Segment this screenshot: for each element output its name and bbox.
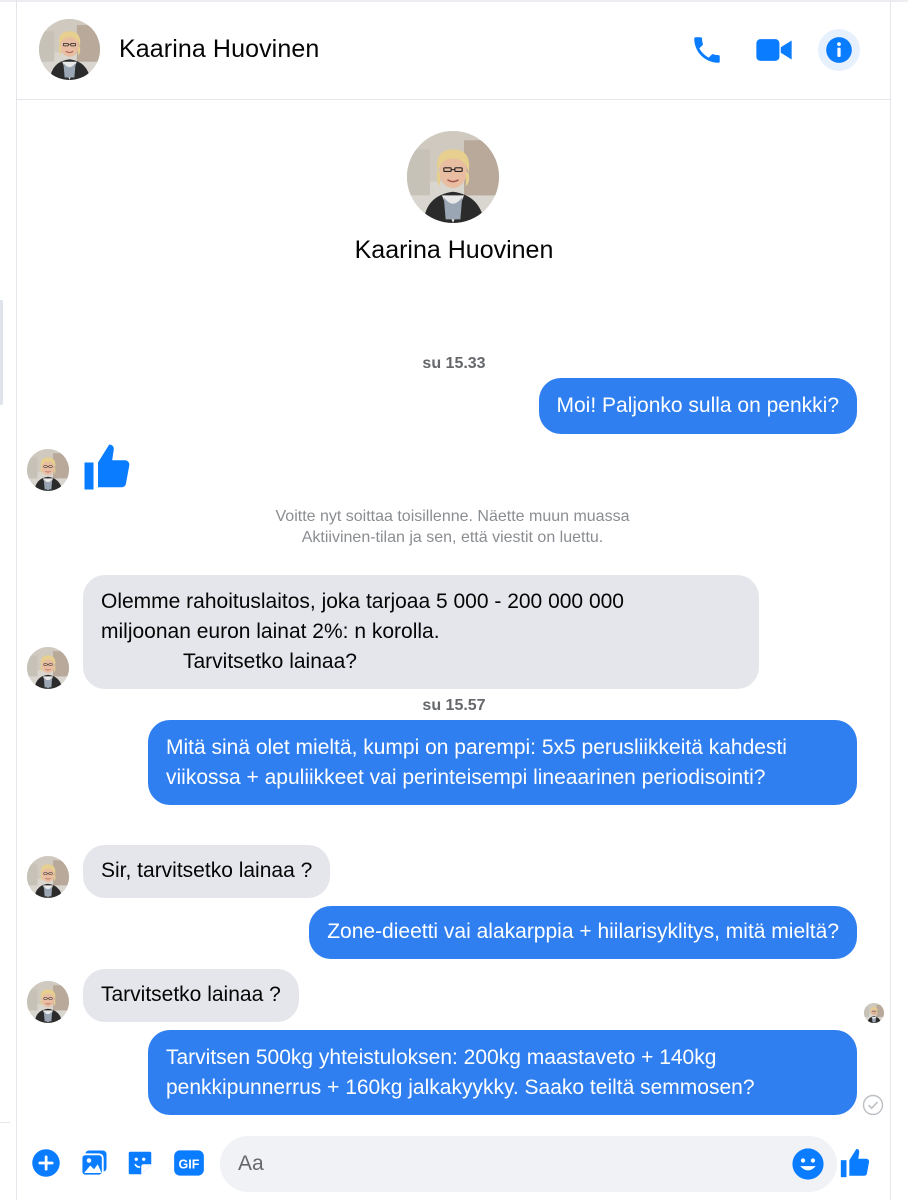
sidebar-edge	[0, 300, 3, 405]
timestamp: su 15.33	[422, 355, 486, 372]
sticker-icon[interactable]	[123, 1146, 157, 1180]
sidebar-divider	[0, 1122, 10, 1123]
read-receipt-avatar	[864, 1003, 884, 1023]
message-input[interactable]	[238, 1148, 758, 1180]
message-input-box[interactable]	[220, 1136, 837, 1192]
sender-avatar[interactable]	[27, 856, 69, 898]
message-incoming[interactable]: Tarvitsetko lainaa ?	[83, 969, 299, 1022]
like-icon[interactable]	[835, 1143, 875, 1183]
sender-avatar[interactable]	[27, 981, 69, 1023]
conversation-header: Kaarina Huovinen	[17, 2, 890, 100]
gif-label: GIF	[179, 1158, 200, 1172]
emoji-icon[interactable]	[791, 1147, 825, 1181]
message-incoming[interactable]: Olemme rahoituslaitos, joka tarjoaa 5 00…	[83, 575, 759, 689]
message-line: Tarvitsetko lainaa?	[183, 650, 357, 673]
gif-icon[interactable]: GIF	[172, 1146, 206, 1180]
timestamp: su 15.57	[422, 697, 486, 714]
right-border	[890, 0, 891, 1200]
left-border	[16, 0, 17, 1200]
header-avatar[interactable]	[39, 19, 100, 80]
intro-avatar[interactable]	[407, 131, 499, 223]
message-outgoing[interactable]: Zone-dieetti vai alakarppia + hiilarisyk…	[309, 906, 857, 959]
message-line: miljoonan euron lainat 2%: n korolla.	[101, 620, 440, 643]
message-outgoing[interactable]: Moi! Paljonko sulla on penkki?	[538, 378, 857, 434]
sender-avatar[interactable]	[27, 647, 69, 689]
phone-icon[interactable]	[687, 30, 727, 70]
sender-avatar[interactable]	[27, 449, 69, 491]
info-icon[interactable]	[818, 29, 860, 71]
video-camera-icon[interactable]	[754, 30, 794, 70]
plus-icon[interactable]	[29, 1146, 63, 1180]
header-contact-name[interactable]: Kaarina Huovinen	[119, 35, 319, 64]
photo-icon[interactable]	[77, 1146, 111, 1180]
sent-check-icon	[862, 1094, 884, 1116]
message-incoming[interactable]: Sir, tarvitsetko lainaa ?	[83, 845, 331, 898]
like-thumbs-up-icon[interactable]	[80, 440, 134, 494]
intro-contact-name: Kaarina Huovinen	[354, 236, 554, 264]
system-notice: Voitte nyt soittaa toisillenne. Näette m…	[275, 508, 630, 546]
message-outgoing[interactable]: Mitä sinä olet mieltä, kumpi on parempi:…	[148, 720, 857, 805]
message-line: Olemme rahoituslaitos, joka tarjoaa 5 00…	[101, 590, 624, 613]
message-composer: GIF	[17, 1124, 890, 1200]
message-outgoing[interactable]: Tarvitsen 500kg yhteistuloksen: 200kg ma…	[148, 1030, 857, 1115]
